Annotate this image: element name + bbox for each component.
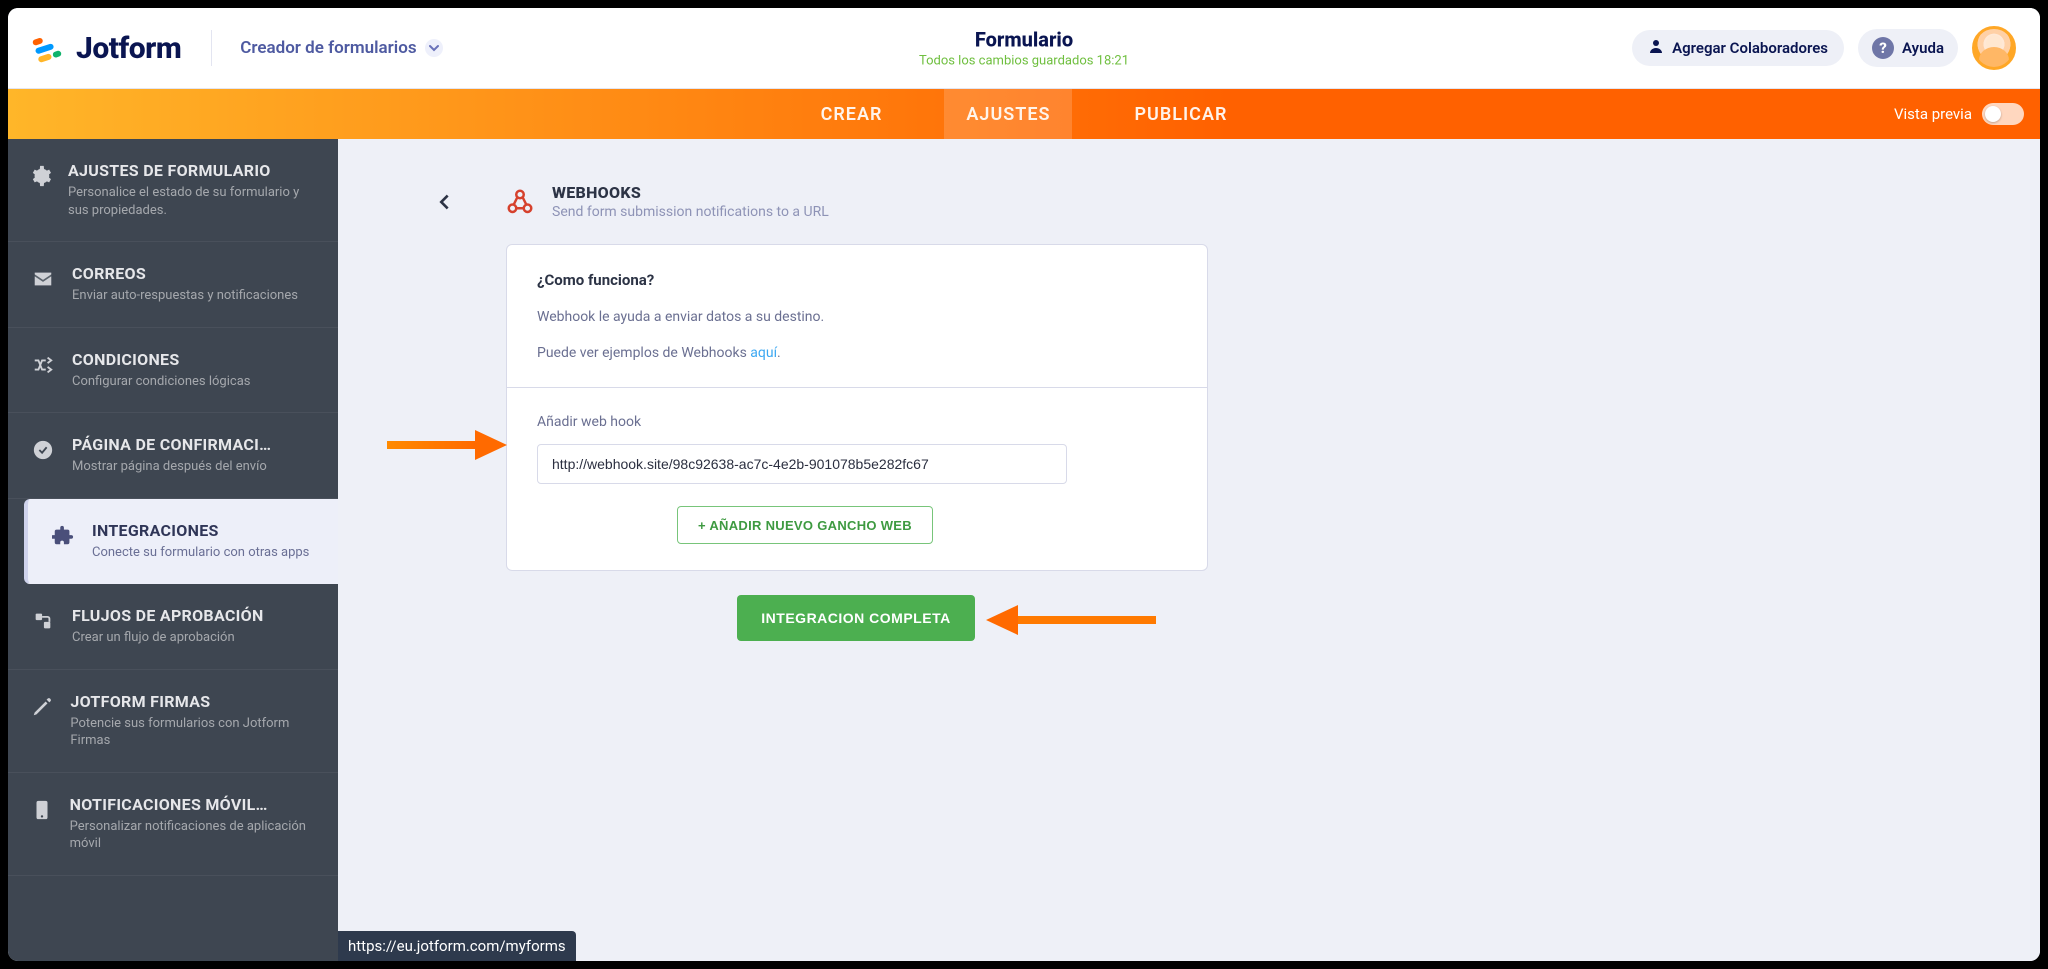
page-subtitle: Send form submission notifications to a … [552, 204, 829, 220]
back-button[interactable] [426, 184, 462, 220]
page-header: WEBHOOKS Send form submission notificati… [426, 183, 2012, 220]
add-new-webhook-button[interactable]: + AÑADIR NUEVO GANCHO WEB [677, 506, 933, 544]
sidebar-item-desc: Crear un flujo de aprobación [72, 629, 264, 647]
sidebar-item-label: PÁGINA DE CONFIRMACI… [72, 435, 271, 454]
examples-link[interactable]: aquí [750, 345, 777, 361]
webhooks-card: ¿Como funciona? Webhook le ayuda a envia… [506, 244, 1208, 571]
user-icon [1648, 38, 1664, 58]
add-collaborators-button[interactable]: Agregar Colaboradores [1632, 30, 1844, 66]
sidebar-item-label: CORREOS [72, 264, 298, 283]
how-p2: Puede ver ejemplos de Webhooks aquí. [537, 345, 1177, 361]
check-circle-icon [30, 437, 56, 463]
chevron-down-icon [425, 39, 443, 57]
help-icon: ? [1872, 37, 1894, 59]
webhook-icon [502, 184, 538, 220]
pen-icon [30, 694, 54, 720]
complete-integration-button[interactable]: INTEGRACION COMPLETA [737, 595, 974, 641]
logo[interactable]: Jotform [30, 31, 181, 66]
sidebar-item-label: NOTIFICACIONES MÓVIL… [70, 795, 316, 814]
sidebar-item-conditions[interactable]: CONDICIONES Configurar condiciones lógic… [8, 328, 338, 414]
sidebar-item-sign[interactable]: JOTFORM FIRMAS Potencie sus formularios … [8, 670, 338, 773]
sidebar-item-form-settings[interactable]: AJUSTES DE FORMULARIO Personalice el est… [8, 139, 338, 242]
gear-icon [30, 163, 52, 189]
sidebar: AJUSTES DE FORMULARIO Personalice el est… [8, 139, 338, 961]
sidebar-item-label: INTEGRACIONES [92, 521, 309, 540]
sidebar-item-desc: Potencie sus formularios con Jotform Fir… [70, 715, 316, 750]
mobile-icon [30, 797, 54, 823]
tab-settings[interactable]: AJUSTES [944, 89, 1072, 139]
shuffle-icon [30, 352, 56, 378]
avatar[interactable] [1972, 26, 2016, 70]
divider [211, 30, 212, 66]
cta-row: INTEGRACION COMPLETA [506, 595, 1206, 641]
main-content: WEBHOOKS Send form submission notificati… [338, 139, 2040, 961]
sidebar-item-desc: Enviar auto-respuestas y notificaciones [72, 287, 298, 305]
sidebar-item-integrations[interactable]: INTEGRACIONES Conecte su formulario con … [24, 499, 338, 585]
logo-word: Jotform [76, 31, 181, 66]
saved-status: Todos los cambios guardados 18:21 [919, 54, 1129, 69]
builder-dropdown-label: Creador de formularios [240, 38, 416, 58]
tab-create[interactable]: CREAR [799, 89, 905, 139]
builder-dropdown[interactable]: Creador de formularios [240, 38, 442, 58]
how-question: ¿Como funciona? [537, 271, 1177, 289]
page-title: WEBHOOKS [552, 183, 829, 202]
how-p2-suffix: . [777, 345, 781, 361]
topbar: Jotform Creador de formularios Formulari… [8, 8, 2040, 89]
sidebar-item-label: FLUJOS DE APROBACIÓN [72, 606, 264, 625]
tab-publish[interactable]: PUBLICAR [1112, 89, 1249, 139]
sidebar-item-desc: Mostrar página después del envío [72, 458, 271, 476]
preview-toggle[interactable] [1982, 103, 2024, 125]
annotation-arrow-icon [986, 605, 1156, 635]
sidebar-item-desc: Personalizar notificaciones de aplicació… [70, 818, 316, 853]
flow-icon [30, 608, 56, 634]
sidebar-item-label: AJUSTES DE FORMULARIO [68, 161, 316, 180]
sidebar-item-emails[interactable]: CORREOS Enviar auto-respuestas y notific… [8, 242, 338, 328]
add-webhook-label: Añadir web hook [537, 414, 1177, 430]
help-label: Ayuda [1902, 39, 1944, 57]
form-title: Formulario [919, 28, 1129, 52]
sidebar-item-thank-you[interactable]: PÁGINA DE CONFIRMACI… Mostrar página des… [8, 413, 338, 499]
logo-icon [30, 31, 64, 65]
main-tabs: CREAR AJUSTES PUBLICAR Vista previa [8, 89, 2040, 139]
how-p1: Webhook le ayuda a enviar datos a su des… [537, 309, 1177, 325]
annotation-arrow-icon [387, 430, 507, 460]
add-collaborators-label: Agregar Colaboradores [1672, 39, 1828, 57]
sidebar-item-mobile-notifications[interactable]: NOTIFICACIONES MÓVIL… Personalizar notif… [8, 773, 338, 876]
app-frame: Jotform Creador de formularios Formulari… [8, 8, 2040, 961]
status-link: https://eu.jotform.com/myforms [338, 931, 576, 961]
sidebar-item-label: JOTFORM FIRMAS [70, 692, 316, 711]
how-p2-prefix: Puede ver ejemplos de Webhooks [537, 345, 750, 361]
webhook-url-input[interactable] [537, 444, 1067, 484]
sidebar-item-approvals[interactable]: FLUJOS DE APROBACIÓN Crear un flujo de a… [8, 584, 338, 670]
sidebar-item-desc: Configurar condiciones lógicas [72, 373, 250, 391]
header-center: Formulario Todos los cambios guardados 1… [919, 28, 1129, 69]
sidebar-item-desc: Conecte su formulario con otras apps [92, 544, 309, 562]
preview-label: Vista previa [1894, 105, 1972, 123]
topbar-right: Agregar Colaboradores ? Ayuda [1632, 26, 2016, 70]
sidebar-item-label: CONDICIONES [72, 350, 250, 369]
sidebar-item-desc: Personalice el estado de su formulario y… [68, 184, 316, 219]
puzzle-icon [50, 523, 76, 549]
mail-icon [30, 266, 56, 292]
help-button[interactable]: ? Ayuda [1858, 29, 1958, 67]
